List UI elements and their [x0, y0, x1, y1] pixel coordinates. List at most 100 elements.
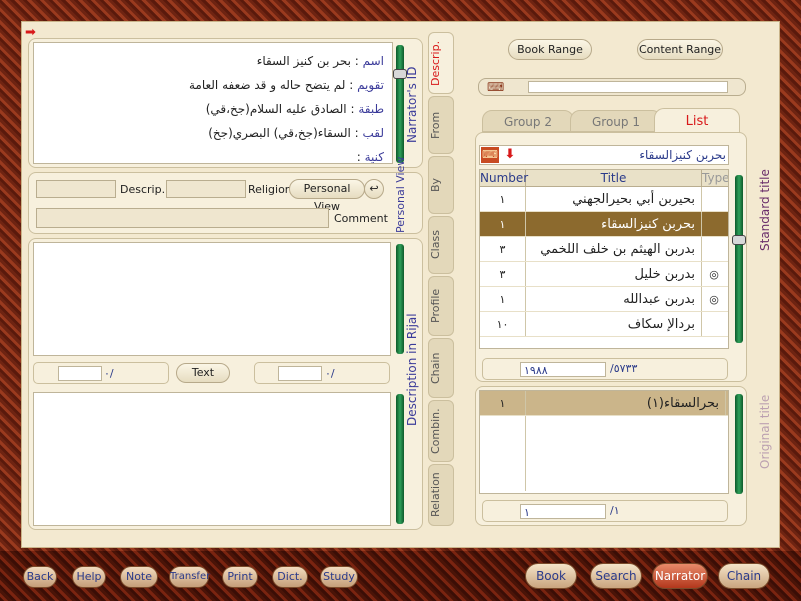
row-number: ١: [480, 287, 526, 311]
row-title: بدربن عبدالله: [526, 287, 702, 311]
row-title: بحيربن أبي بحيرالجهني: [526, 187, 702, 211]
tab-group-1[interactable]: Group 1: [570, 110, 662, 132]
undo-icon[interactable]: ↩: [364, 179, 384, 199]
empty-row: [480, 466, 728, 491]
tab-descrip[interactable]: Descrip.: [428, 32, 454, 94]
table-header: Number Title Type: [480, 170, 728, 187]
tab-list[interactable]: List: [654, 108, 740, 134]
table-row[interactable]: ٣ بدربن الهيثم بن خلف اللخمي: [480, 237, 728, 262]
evaluation-label: تقويم: [357, 78, 384, 92]
original-counter-total: /١: [610, 504, 620, 517]
row-title: بحربن كنيزالسقاء: [526, 212, 702, 236]
narrator-list-table: Number Title Type ١ بحيربن أبي بحيرالجهني…: [479, 169, 729, 349]
narrator-id-scrollbar[interactable]: [393, 45, 407, 163]
book-range-button[interactable]: Book Range: [508, 39, 592, 60]
tab-by[interactable]: By: [428, 156, 454, 214]
row-type-icon: ◎: [709, 293, 719, 306]
class-value: الصادق عليه السلام(جخ،قي): [205, 102, 347, 116]
list-rows: ١ بحيربن أبي بحيرالجهني ١ بحربن كنيزالسقاء ٣…: [480, 187, 728, 337]
book-button[interactable]: Book: [525, 563, 577, 589]
table-row[interactable]: ١ بحربن كنيزالسقاء: [480, 212, 728, 237]
original-counter-current: ١: [524, 506, 530, 519]
row-number: ٣: [480, 262, 526, 286]
row-number: ١: [480, 212, 526, 236]
description-top-box: [33, 242, 391, 356]
row-type-icon: [702, 212, 726, 236]
table-row[interactable]: ٣ بدربن خليل ◎: [480, 262, 728, 287]
row-type-icon: ◎: [709, 268, 719, 281]
tab-class[interactable]: Class: [428, 216, 454, 274]
left-counter-input[interactable]: [58, 366, 102, 381]
personal-view-label: Personal View: [394, 156, 407, 233]
original-rows: ١ بحرالسقاء(١): [480, 391, 728, 491]
study-button[interactable]: Study: [320, 566, 358, 588]
list-counter-total: /٥٧٣٣: [610, 362, 638, 375]
descrip-field[interactable]: [36, 180, 116, 198]
list-search-input[interactable]: بحربن كنيزالسقاء: [526, 148, 726, 162]
name-value: بحر بن كنيز السقاء: [256, 54, 351, 68]
header-title[interactable]: Title: [526, 170, 702, 186]
tab-chain[interactable]: Chain: [428, 338, 454, 398]
table-row[interactable]: ١٠ بردالإ سكاف: [480, 312, 728, 337]
kunya-label: كنية: [364, 150, 384, 164]
row-title: بردالإ سكاف: [526, 312, 702, 336]
evaluation-value: لم يتضح حاله و قد ضعفه العامة: [188, 78, 346, 92]
personal-view-button[interactable]: Personal View: [289, 179, 365, 213]
header-number[interactable]: Number: [480, 170, 528, 186]
row-title: بدربن الهيثم بن خلف اللخمي: [526, 237, 702, 261]
list-scroll-knob[interactable]: [732, 235, 746, 245]
keyboard-icon[interactable]: ⌨: [487, 80, 504, 94]
title-label: لقب: [362, 126, 384, 140]
tab-relation[interactable]: Relation: [428, 464, 454, 526]
original-title-label: Original title: [758, 394, 772, 470]
note-button[interactable]: Note: [120, 566, 158, 588]
range-input[interactable]: [528, 81, 728, 93]
tab-combin[interactable]: Combin.: [428, 400, 454, 462]
empty-row: [480, 441, 728, 466]
description-bottom-scrollbar[interactable]: [396, 394, 404, 524]
row-type-icon: [702, 187, 726, 211]
row-number: ١: [480, 187, 526, 211]
back-button[interactable]: Back: [23, 566, 57, 588]
row-number: ٣: [480, 237, 526, 261]
right-counter: ٠/: [325, 367, 335, 380]
help-button[interactable]: Help: [72, 566, 106, 588]
header-type[interactable]: Type: [702, 170, 728, 186]
print-button[interactable]: Print: [222, 566, 258, 588]
list-counter-input[interactable]: ١٩٨٨: [520, 362, 606, 377]
chain-button[interactable]: Chain: [718, 563, 770, 589]
arrow-down-icon[interactable]: ⬇: [501, 147, 519, 163]
description-bottom-box: [33, 392, 391, 526]
list-counter-current: ١٩٨٨: [524, 364, 548, 377]
title-value: السقاء(جخ،قي) البصري(جخ): [208, 126, 351, 140]
row-title: بدربن خليل: [526, 262, 702, 286]
text-button[interactable]: Text: [176, 363, 230, 383]
name-label: اسم: [362, 54, 384, 68]
tab-from[interactable]: From: [428, 96, 454, 154]
right-counter-input[interactable]: [278, 366, 322, 381]
tab-profile[interactable]: Profile: [428, 276, 454, 336]
row-title: بحرالسقاء(١): [526, 391, 726, 415]
list-scrollbar[interactable]: [732, 175, 746, 343]
description-in-rijal-label: Description in Rijal: [405, 313, 419, 427]
left-counter: ٠/: [104, 367, 114, 380]
description-scrollbar[interactable]: [396, 244, 404, 354]
row-type-icon: [702, 312, 726, 336]
original-scrollbar[interactable]: [735, 394, 743, 494]
keyboard-icon[interactable]: ⌨: [481, 147, 499, 163]
dict-button[interactable]: Dict.: [272, 566, 308, 588]
row-number: ١٠: [480, 312, 526, 336]
table-row[interactable]: ١ بدربن عبدالله ◎: [480, 287, 728, 312]
table-row[interactable]: ١ بحيربن أبي بحيرالجهني: [480, 187, 728, 212]
descrip-label: Descrip.: [120, 183, 166, 196]
table-row[interactable]: ١ بحرالسقاء(١): [480, 391, 728, 416]
empty-row: [480, 416, 728, 441]
tab-group-2[interactable]: Group 2: [482, 110, 574, 132]
religion-field[interactable]: [166, 180, 246, 198]
search-button[interactable]: Search: [590, 563, 642, 589]
content-range-button[interactable]: Content Range: [637, 39, 723, 60]
narrator-button[interactable]: Narrator: [652, 563, 708, 589]
transfer-button[interactable]: Transfer: [169, 566, 210, 588]
original-counter-input[interactable]: ١: [520, 504, 606, 519]
comment-field[interactable]: [36, 208, 329, 228]
